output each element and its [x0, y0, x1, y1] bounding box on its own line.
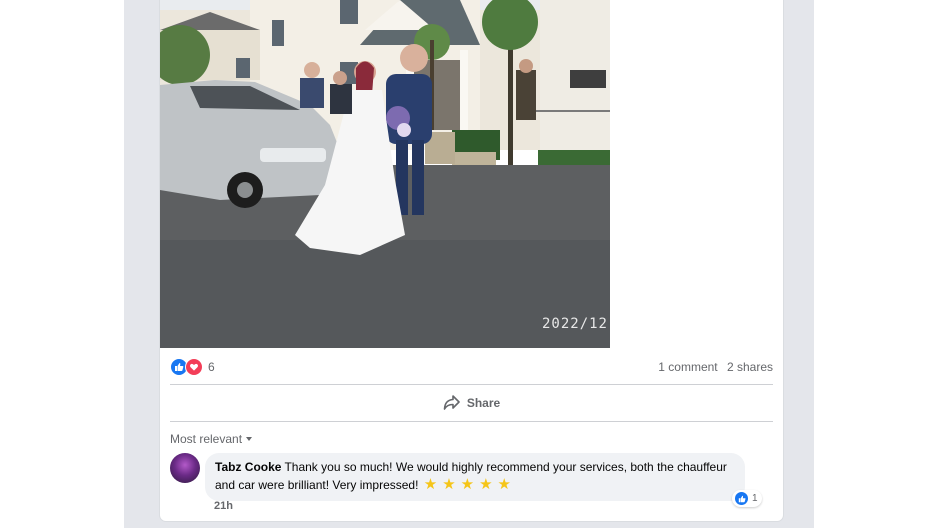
comment-like-count: 1: [752, 493, 758, 504]
comment-bubble: Tabz Cooke Thank you so much! We would hi…: [205, 453, 745, 501]
wedding-photo-image: [160, 0, 610, 348]
comment-sort-dropdown[interactable]: Most relevant: [170, 432, 253, 446]
share-label: Share: [466, 396, 501, 410]
comment-sort-label: Most relevant: [170, 432, 243, 446]
like-icon: [734, 491, 749, 506]
comment-author[interactable]: Tabz Cooke: [215, 460, 281, 474]
share-arrow-icon: [443, 394, 461, 413]
avatar[interactable]: [170, 453, 200, 483]
chevron-down-icon: [246, 437, 253, 441]
share-count-link[interactable]: 2 shares: [727, 360, 773, 374]
love-icon: [185, 358, 203, 376]
comment-like-badge[interactable]: 1: [732, 490, 762, 507]
post-stats-bar: 6 1 comment 2 shares: [170, 350, 773, 385]
post-actions: Share: [170, 385, 773, 422]
share-button[interactable]: Share: [443, 394, 500, 413]
reactions-summary[interactable]: 6: [170, 358, 215, 376]
star-rating-emoji: ★★★★★: [423, 476, 517, 493]
post-card: 2022/12 6 1 comment 2 shares Share Most …: [160, 0, 783, 521]
photo-timestamp: 2022/12: [541, 316, 608, 332]
reaction-count: 6: [208, 360, 215, 374]
comment-count-link[interactable]: 1 comment: [658, 360, 717, 374]
comment-timestamp[interactable]: 21h: [214, 500, 233, 512]
post-photo[interactable]: 2022/12: [160, 0, 610, 348]
